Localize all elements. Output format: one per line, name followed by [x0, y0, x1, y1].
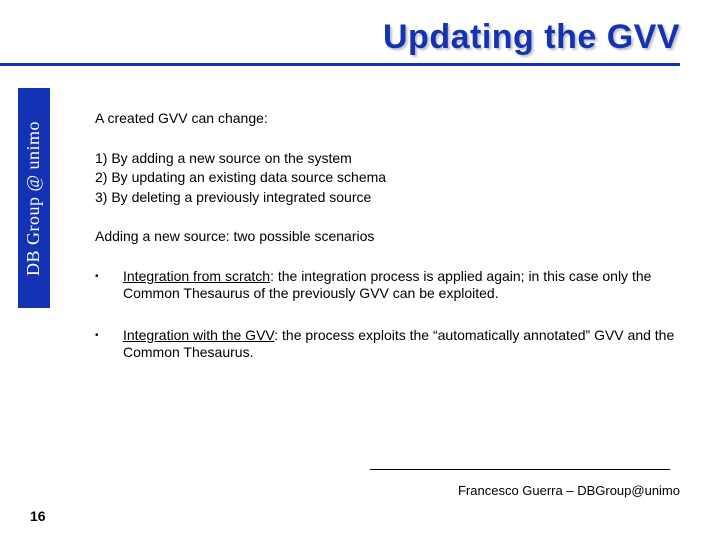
bullet-text: Integration with the GVV: the process ex… — [123, 327, 685, 362]
slide-title: Updating the GVV — [0, 18, 680, 57]
footer-divider — [370, 469, 670, 470]
subheading: Adding a new source: two possible scenar… — [95, 228, 685, 246]
numbered-list: 1) By adding a new source on the system … — [95, 150, 685, 207]
list-item: 3) By deleting a previously integrated s… — [95, 189, 685, 207]
bullet-head: Integration with the GVV — [123, 327, 274, 343]
bullet-item: • Integration from scratch: the integrat… — [95, 268, 685, 303]
page-number: 16 — [30, 508, 46, 524]
bullet-head: Integration from scratch — [123, 268, 270, 284]
title-underline — [0, 63, 680, 66]
sidebar-brand: DB Group @ unimo — [18, 88, 50, 308]
bullet-marker: • — [95, 327, 123, 362]
list-item: 2) By updating an existing data source s… — [95, 169, 685, 187]
bullet-list: • Integration from scratch: the integrat… — [95, 268, 685, 362]
sidebar-brand-text: DB Group @ unimo — [24, 120, 45, 275]
bullet-item: • Integration with the GVV: the process … — [95, 327, 685, 362]
footer-attribution: Francesco Guerra – DBGroup@unimo — [458, 483, 680, 498]
bullet-text: Integration from scratch: the integratio… — [123, 268, 685, 303]
bullet-marker: • — [95, 268, 123, 303]
list-item: 1) By adding a new source on the system — [95, 150, 685, 168]
slide-body: A created GVV can change: 1) By adding a… — [95, 110, 685, 386]
intro-text: A created GVV can change: — [95, 110, 685, 128]
